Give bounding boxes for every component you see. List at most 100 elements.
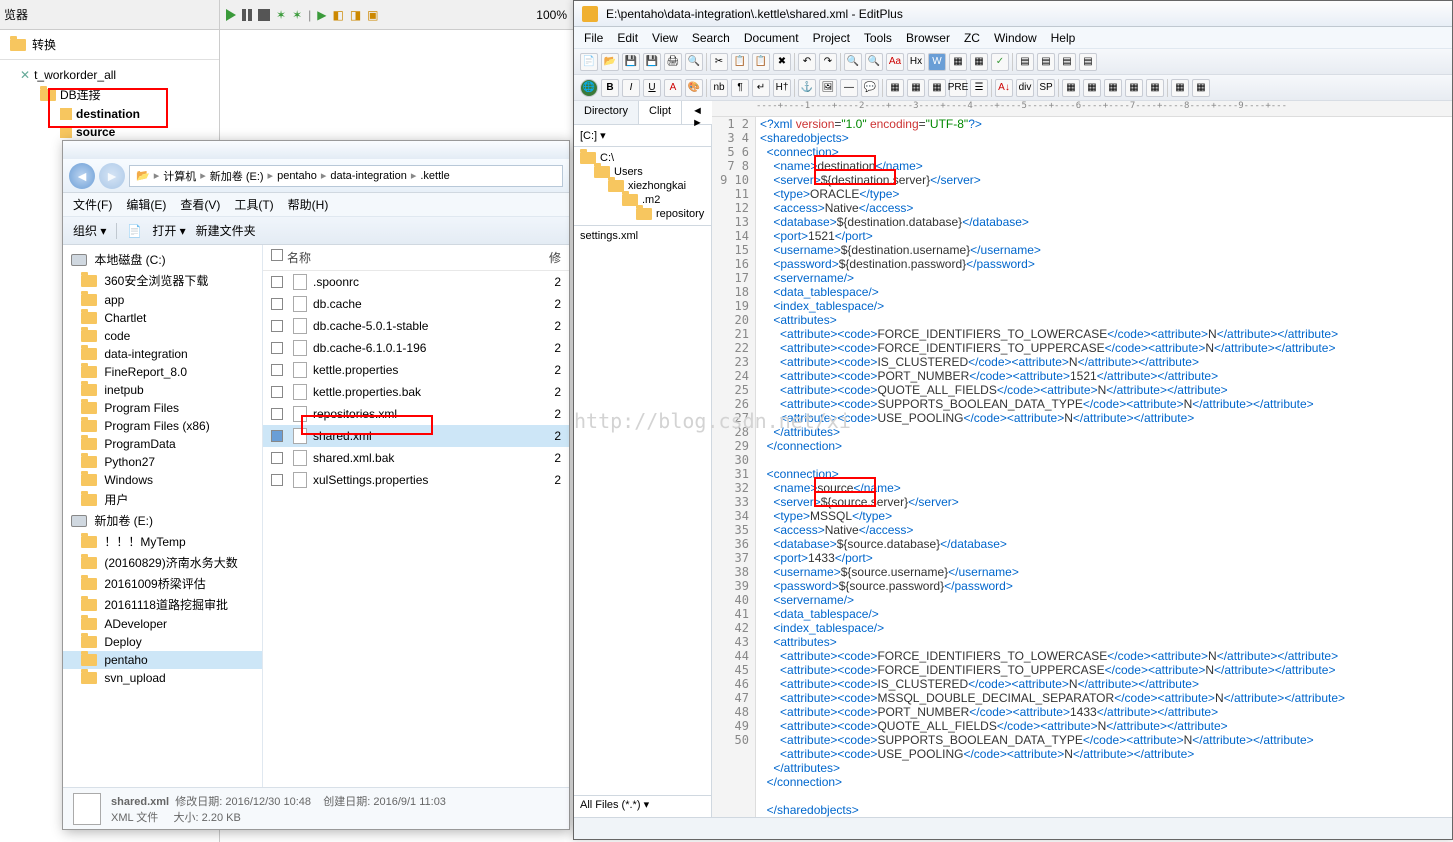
font-icon[interactable]: A	[664, 79, 682, 97]
cut-icon[interactable]: ✂	[710, 53, 728, 71]
side-folder[interactable]: ！！！MyTemp	[63, 531, 262, 552]
file-row[interactable]: shared.xml.bak2	[263, 447, 569, 469]
div-icon[interactable]: div	[1016, 79, 1034, 97]
side-folder[interactable]: 20161009桥梁评估	[63, 573, 262, 594]
hx-icon[interactable]: Hx	[907, 53, 925, 71]
file-row[interactable]: kettle.properties2	[263, 359, 569, 381]
menu-zc[interactable]: ZC	[964, 31, 980, 45]
breadcrumb[interactable]: 📂 ▸计算机 ▸新加卷 (E:) ▸pentaho ▸data-integrat…	[129, 165, 563, 187]
br-icon[interactable]: ↵	[752, 79, 770, 97]
drive-selector[interactable]: [C:] ▾	[574, 125, 711, 147]
toolbar-icon[interactable]: ▦	[1062, 79, 1080, 97]
list-icon[interactable]: ☰	[970, 79, 988, 97]
check-icon[interactable]: ✓	[991, 53, 1009, 71]
file-row[interactable]: kettle.properties.bak2	[263, 381, 569, 403]
paste-icon[interactable]: 📋	[752, 53, 770, 71]
bc-item[interactable]: data-integration	[330, 170, 406, 182]
preview-icon[interactable]: 🔍	[685, 53, 703, 71]
h-icon[interactable]: H†	[773, 79, 791, 97]
zoom-level[interactable]: 100%	[536, 8, 567, 22]
pre-icon[interactable]: PRE	[949, 79, 967, 97]
checkbox-icon[interactable]	[271, 249, 283, 261]
side-folder[interactable]: FineReport_8.0	[63, 363, 262, 381]
menu-help[interactable]: Help	[1051, 31, 1076, 45]
toolbar-icon[interactable]: ▦	[1146, 79, 1164, 97]
copy-icon[interactable]: 📋	[731, 53, 749, 71]
toolbar-icon[interactable]: ▦	[1192, 79, 1210, 97]
file-filter[interactable]: All Files (*.*) ▾	[574, 795, 711, 817]
run-icon[interactable]	[226, 9, 236, 21]
file-item[interactable]: settings.xml	[580, 230, 705, 242]
open-icon[interactable]: 📂	[601, 53, 619, 71]
explorer-sidebar[interactable]: 本地磁盘 (C:) 360安全浏览器下载 app Chartlet code d…	[63, 245, 263, 787]
w-icon[interactable]: W	[928, 53, 946, 71]
toolbar-icon[interactable]: ▦	[928, 79, 946, 97]
nav-forward-button[interactable]: ►	[99, 163, 125, 189]
aa-icon[interactable]: Aa	[886, 53, 904, 71]
a-icon[interactable]: A↓	[995, 79, 1013, 97]
comment-icon[interactable]: 💬	[861, 79, 879, 97]
menu-tools[interactable]: Tools	[864, 31, 892, 45]
toolbar-icon[interactable]: ▤	[1016, 53, 1034, 71]
tab-nav[interactable]: ◄ ►	[682, 101, 714, 124]
find-icon[interactable]: 🔍	[844, 53, 862, 71]
redo-icon[interactable]: ↷	[819, 53, 837, 71]
toolbar-icon[interactable]: ▤	[1079, 53, 1097, 71]
checkbox-icon[interactable]	[271, 276, 283, 288]
checkbox-icon[interactable]	[271, 342, 283, 354]
kettle-root[interactable]: 转换	[0, 30, 219, 60]
toolbar-icon[interactable]: ▦	[970, 53, 988, 71]
side-folder[interactable]: (20160829)济南水务大数	[63, 552, 262, 573]
open-button[interactable]: 打开 ▾	[152, 222, 185, 239]
checkbox-icon[interactable]	[271, 408, 283, 420]
menu-tools[interactable]: 工具(T)	[234, 196, 273, 213]
side-folder[interactable]: Program Files	[63, 399, 262, 417]
file-row[interactable]: db.cache-6.1.0.1-1962	[263, 337, 569, 359]
hr-icon[interactable]: —	[840, 79, 858, 97]
toolbar-icon[interactable]: ▦	[1125, 79, 1143, 97]
code-editor[interactable]: <?xml version="1.0" encoding="UTF-8"?><s…	[756, 117, 1452, 817]
bold-icon[interactable]: B	[601, 79, 619, 97]
toolbar-icon[interactable]: ▤	[1037, 53, 1055, 71]
menu-file[interactable]: 文件(F)	[73, 196, 112, 213]
side-folder[interactable]: 360安全浏览器下载	[63, 270, 262, 291]
menu-help[interactable]: 帮助(H)	[288, 196, 329, 213]
tree-workorder[interactable]: ✕t_workorder_all	[0, 66, 219, 84]
file-row[interactable]: .spoonrc2	[263, 271, 569, 293]
side-folder[interactable]: svn_upload	[63, 669, 262, 687]
tree-db-conn[interactable]: DB连接	[0, 84, 219, 105]
side-folder[interactable]: inetpub	[63, 381, 262, 399]
tb-icon[interactable]: ▶	[317, 8, 326, 22]
checkbox-icon[interactable]	[271, 298, 283, 310]
side-folder[interactable]: 用户	[63, 489, 262, 510]
menu-window[interactable]: Window	[994, 31, 1037, 45]
col-name[interactable]: 名称	[287, 249, 549, 266]
colors-icon[interactable]: 🎨	[685, 79, 703, 97]
side-folder[interactable]: Windows	[63, 471, 262, 489]
print-icon[interactable]: 🖨	[664, 53, 682, 71]
bc-item[interactable]: pentaho	[277, 170, 317, 182]
debug-icon[interactable]: ✶	[292, 8, 302, 22]
menu-search[interactable]: Search	[692, 31, 730, 45]
file-row[interactable]: shared.xml2	[263, 425, 569, 447]
dir-item[interactable]: xiezhongkai	[574, 179, 711, 193]
side-folder[interactable]: 20161118道路挖掘审批	[63, 594, 262, 615]
p-icon[interactable]: ¶	[731, 79, 749, 97]
bc-item[interactable]: 计算机	[163, 168, 196, 184]
side-folder[interactable]: Deploy	[63, 633, 262, 651]
org-button[interactable]: 组织 ▾	[73, 222, 106, 239]
nav-back-button[interactable]: ◄	[69, 163, 95, 189]
tab-cliptext[interactable]: Clipt	[639, 101, 682, 124]
side-folder[interactable]: ProgramData	[63, 435, 262, 453]
toolbar-icon[interactable]: ▦	[1171, 79, 1189, 97]
files-header[interactable]: 名称 修	[263, 245, 569, 271]
toolbar-icon[interactable]: ▦	[1083, 79, 1101, 97]
menu-edit[interactable]: Edit	[617, 31, 638, 45]
col-mod[interactable]: 修	[549, 249, 561, 266]
ep-filelist[interactable]: settings.xml	[574, 226, 711, 795]
tb-icon[interactable]: ▣	[367, 8, 378, 22]
toolbar-icon[interactable]: ▦	[907, 79, 925, 97]
new-icon[interactable]: 📄	[580, 53, 598, 71]
explorer-titlebar[interactable]	[63, 141, 569, 159]
checkbox-icon[interactable]	[271, 452, 283, 464]
